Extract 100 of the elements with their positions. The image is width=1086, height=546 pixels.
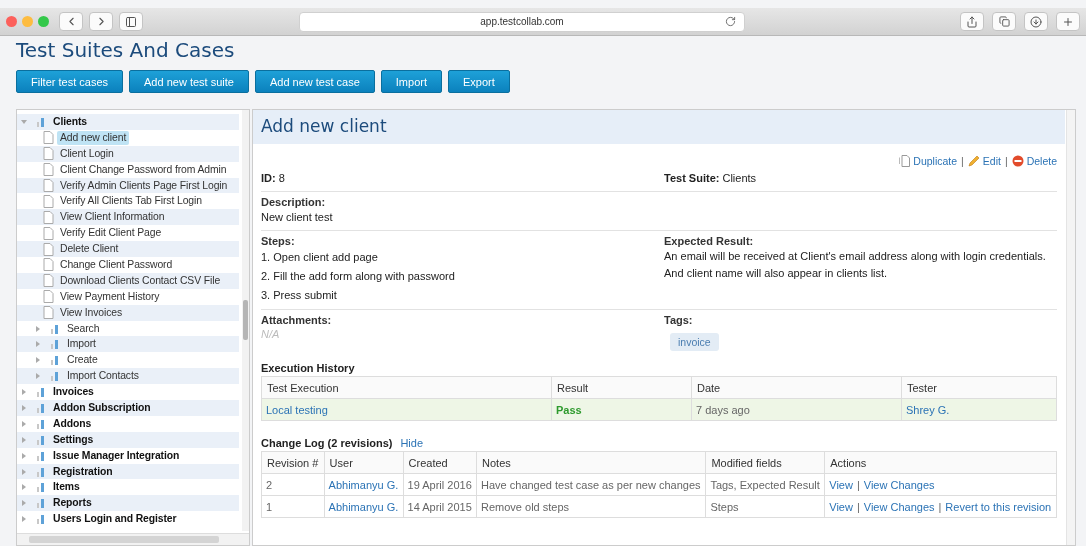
separator: | <box>961 155 964 167</box>
collapsed-triangle-icon[interactable] <box>35 341 41 348</box>
action-link[interactable]: View <box>829 500 853 513</box>
back-button[interactable] <box>59 12 83 31</box>
reload-icon[interactable] <box>725 15 736 27</box>
suite-item[interactable]: Items <box>50 480 83 495</box>
tabs-button[interactable] <box>992 12 1016 31</box>
toolbar-button[interactable]: Export <box>448 70 510 93</box>
address-bar[interactable]: app.testcollab.com <box>299 11 745 32</box>
column-header: Modified fields <box>705 451 825 474</box>
suite-icon <box>49 354 61 367</box>
minimize-button[interactable] <box>22 16 33 27</box>
action-link[interactable]: View Changes <box>863 500 935 513</box>
suite-icon <box>35 465 47 478</box>
collapsed-triangle-icon[interactable] <box>21 516 27 523</box>
separator: | <box>856 478 860 491</box>
sidebar-icon <box>125 15 137 28</box>
column-header: Created <box>403 451 477 474</box>
action-link[interactable]: View <box>829 478 853 491</box>
pencil-icon <box>967 155 980 167</box>
column-header: Test Execution <box>261 376 552 399</box>
document-icon <box>43 131 54 145</box>
action-link[interactable]: Revert to this revision <box>945 500 1052 513</box>
delete-link[interactable]: Delete <box>1011 155 1057 167</box>
test-case-item[interactable]: View Payment History <box>57 289 163 304</box>
suite-icon <box>35 449 47 462</box>
toolbar-button[interactable]: Add new test case <box>254 70 375 93</box>
collapsed-triangle-icon[interactable] <box>21 436 27 443</box>
table-cell: 1 <box>261 495 325 518</box>
collapsed-triangle-icon[interactable] <box>21 389 27 396</box>
execution-link[interactable]: Local testing <box>266 403 328 416</box>
collapsed-triangle-icon[interactable] <box>35 373 41 380</box>
vertical-scrollbar[interactable] <box>242 110 249 531</box>
zoom-button[interactable] <box>38 16 49 27</box>
duplicate-link[interactable]: Duplicate <box>899 155 958 167</box>
toolbar-button[interactable]: Filter test cases <box>16 70 124 93</box>
hide-link[interactable]: Hide <box>400 437 424 449</box>
forward-button[interactable] <box>89 12 113 31</box>
sidebar-button[interactable] <box>119 12 143 31</box>
user-link[interactable]: Abhimanyu G. <box>328 478 399 491</box>
suite-icon <box>35 433 47 446</box>
column-header: Notes <box>476 451 706 474</box>
close-button[interactable] <box>6 16 17 27</box>
share-button[interactable] <box>960 12 984 31</box>
user-link[interactable]: Abhimanyu G. <box>328 500 399 513</box>
suite-icon <box>35 401 47 414</box>
document-icon <box>43 242 54 256</box>
suite-icon <box>49 370 61 383</box>
suite-item[interactable]: Users Login and Register <box>50 512 180 527</box>
tester-link[interactable]: Shrey G. <box>906 403 950 416</box>
document-icon <box>43 163 54 177</box>
new-tab-button[interactable] <box>1056 12 1080 31</box>
tags-label: Tags: <box>664 314 694 326</box>
collapsed-triangle-icon[interactable] <box>21 468 27 475</box>
section-title: Change Log (2 revisions) <box>261 437 393 449</box>
step-text: 2. Fill the add form along with password <box>261 269 456 284</box>
column-header: Result <box>551 376 692 399</box>
toolbar-button[interactable]: Add new test suite <box>129 70 249 93</box>
suite-item[interactable]: Clients <box>50 114 90 129</box>
document-icon <box>43 179 54 192</box>
collapsed-triangle-icon[interactable] <box>35 325 41 332</box>
suite-item[interactable]: Create <box>64 353 101 368</box>
collapsed-triangle-icon[interactable] <box>21 452 27 459</box>
test-case-item[interactable]: Verify All Clients Tab First Login <box>57 194 205 209</box>
expanded-triangle-icon[interactable] <box>21 118 27 125</box>
collapsed-triangle-icon[interactable] <box>21 420 27 427</box>
horizontal-scrollbar[interactable] <box>17 533 249 545</box>
toolbar-button[interactable]: Import <box>380 70 442 93</box>
suite-item[interactable]: Reports <box>50 496 95 511</box>
table-cell: 7 days ago <box>691 398 902 421</box>
collapsed-triangle-icon[interactable] <box>21 404 27 411</box>
suite-item[interactable]: Invoices <box>50 385 97 400</box>
tag[interactable]: invoice <box>670 333 719 351</box>
test-case-item[interactable]: Add new client <box>57 130 130 145</box>
vertical-scrollbar[interactable] <box>1066 110 1075 545</box>
document-icon <box>43 306 54 320</box>
suite-item[interactable]: Settings <box>50 432 97 447</box>
test-case-item[interactable]: Change Client Password <box>57 257 176 272</box>
collapsed-triangle-icon[interactable] <box>35 357 41 364</box>
downloads-button[interactable] <box>1024 12 1048 31</box>
test-case-title: Add new client <box>253 110 1065 144</box>
column-header: Revision # <box>261 451 325 474</box>
collapsed-triangle-icon[interactable] <box>21 500 27 507</box>
suite-icon <box>35 386 47 399</box>
collapsed-triangle-icon[interactable] <box>21 484 27 491</box>
suite-item[interactable]: Issue Manager Integration <box>50 448 183 463</box>
suite-item[interactable]: Search <box>64 321 103 336</box>
document-icon <box>43 226 54 240</box>
test-case-item[interactable]: Client Change Password from Admin <box>57 162 230 177</box>
suite-icon <box>35 497 47 510</box>
document-icon <box>43 258 54 272</box>
suite-icon <box>49 322 61 335</box>
suite-icon <box>35 417 47 430</box>
suite-item[interactable]: Addons <box>50 416 95 431</box>
test-case-item[interactable]: Verify Edit Client Page <box>57 226 165 241</box>
edit-link[interactable]: Edit <box>967 155 1001 167</box>
expected-result-label: Expected Result: <box>664 235 755 247</box>
suite-item[interactable]: Import <box>64 337 99 352</box>
action-link[interactable]: View Changes <box>863 478 935 491</box>
separator: | <box>856 500 860 513</box>
